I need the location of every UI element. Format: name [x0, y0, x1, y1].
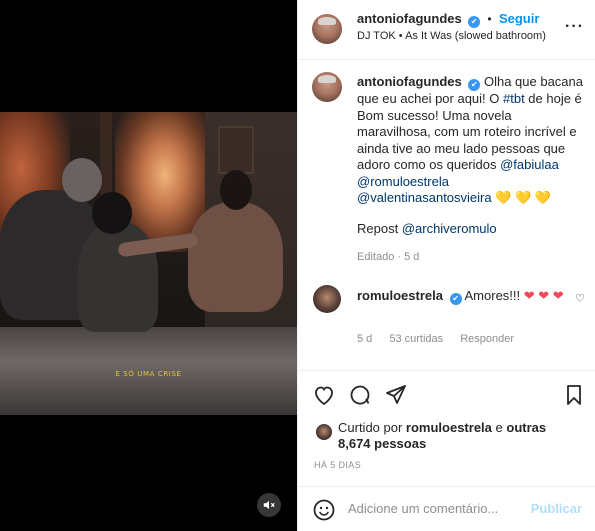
mention-valentinasantosvieira[interactable]: @valentinasantosvieira [357, 190, 492, 205]
comment-input[interactable] [348, 501, 518, 516]
video-person-left-head [62, 158, 102, 202]
liked-by-user[interactable]: romuloestrela [406, 420, 492, 435]
mention-romuloestrela[interactable]: @romuloestrela [357, 174, 449, 189]
post-time-ago[interactable]: HÁ 5 DIAS [314, 460, 361, 470]
video-frame[interactable]: E SÓ UMA CRISE [0, 112, 297, 415]
share-paper-plane-icon[interactable] [384, 383, 408, 407]
comment-username[interactable]: romuloestrela [357, 288, 443, 303]
video-person-right [188, 202, 283, 312]
video-subtitle: E SÓ UMA CRISE [115, 370, 182, 378]
comment-bubble-icon[interactable] [348, 383, 372, 407]
liked-by-middle: e [491, 420, 507, 435]
verified-badge-icon: ✔ [468, 79, 481, 91]
comment-reply-button[interactable]: Responder [460, 333, 514, 345]
author-avatar[interactable] [312, 14, 342, 44]
comment-time: 5 d [357, 333, 373, 345]
header-user-line: antoniofagundes ✔ • Seguir [357, 11, 539, 28]
audio-track-link[interactable]: DJ TOK • As It Was (slowed bathroom) [357, 30, 546, 42]
comment-likes-count[interactable]: 53 curtidas [389, 333, 443, 345]
speaker-muted-icon [263, 500, 275, 510]
caption-edited-time: Editado · 5 d [357, 251, 420, 263]
comment: romuloestrela ✔ Amores!!! ❤ ❤ ❤ [357, 287, 572, 305]
repost-prefix: Repost [357, 221, 402, 236]
caption-username[interactable]: antoniofagundes [357, 74, 462, 89]
liked-by-avatar[interactable] [316, 424, 332, 440]
publish-button[interactable]: Publicar [531, 501, 582, 516]
add-comment-bar: Publicar [298, 486, 595, 531]
post-panel: antoniofagundes ✔ • Seguir DJ TOK • As I… [297, 0, 595, 531]
post-media[interactable]: E SÓ UMA CRISE [0, 0, 297, 531]
yellow-hearts: 💛 💛 💛 [491, 190, 552, 205]
author-username[interactable]: antoniofagundes [357, 11, 462, 26]
separator-dot: • [487, 12, 492, 26]
liked-by-prefix: Curtido por [338, 420, 406, 435]
comment-avatar[interactable] [313, 285, 341, 313]
video-person-right-head [220, 170, 252, 210]
post-header: antoniofagundes ✔ • Seguir DJ TOK • As I… [298, 0, 595, 60]
post-actions [298, 370, 595, 420]
caption-author-avatar[interactable] [312, 72, 342, 102]
save-bookmark-icon[interactable] [562, 383, 586, 407]
mention-fabiulaa[interactable]: @fabiulaa [500, 157, 559, 172]
repost-line: Repost @archiveromulo [357, 221, 497, 236]
red-hearts: ❤ ❤ ❤ [523, 288, 564, 303]
video-person-center-head [92, 192, 132, 234]
emoji-smiley-icon[interactable] [312, 498, 336, 522]
liked-by-text: Curtido por romuloestrela e outras 8,674… [338, 420, 558, 452]
comment-text: Amores!!! [464, 288, 524, 303]
mute-button[interactable] [257, 493, 281, 517]
comment-like-heart-icon[interactable]: ♡ [575, 292, 585, 305]
comment-meta: 5 d 53 curtidas Responder [357, 333, 528, 345]
post-caption: antoniofagundes ✔ Olha que bacana que eu… [357, 74, 585, 207]
follow-button[interactable]: Seguir [499, 11, 539, 26]
verified-badge-icon: ✔ [449, 293, 462, 305]
like-heart-icon[interactable] [312, 383, 336, 407]
more-options-icon[interactable]: ··· [565, 18, 584, 36]
hashtag-tbt[interactable]: #tbt [503, 91, 525, 106]
verified-badge-icon: ✔ [468, 16, 481, 28]
video-scene-picture [218, 126, 254, 174]
mention-archiveromulo[interactable]: @archiveromulo [402, 221, 497, 236]
